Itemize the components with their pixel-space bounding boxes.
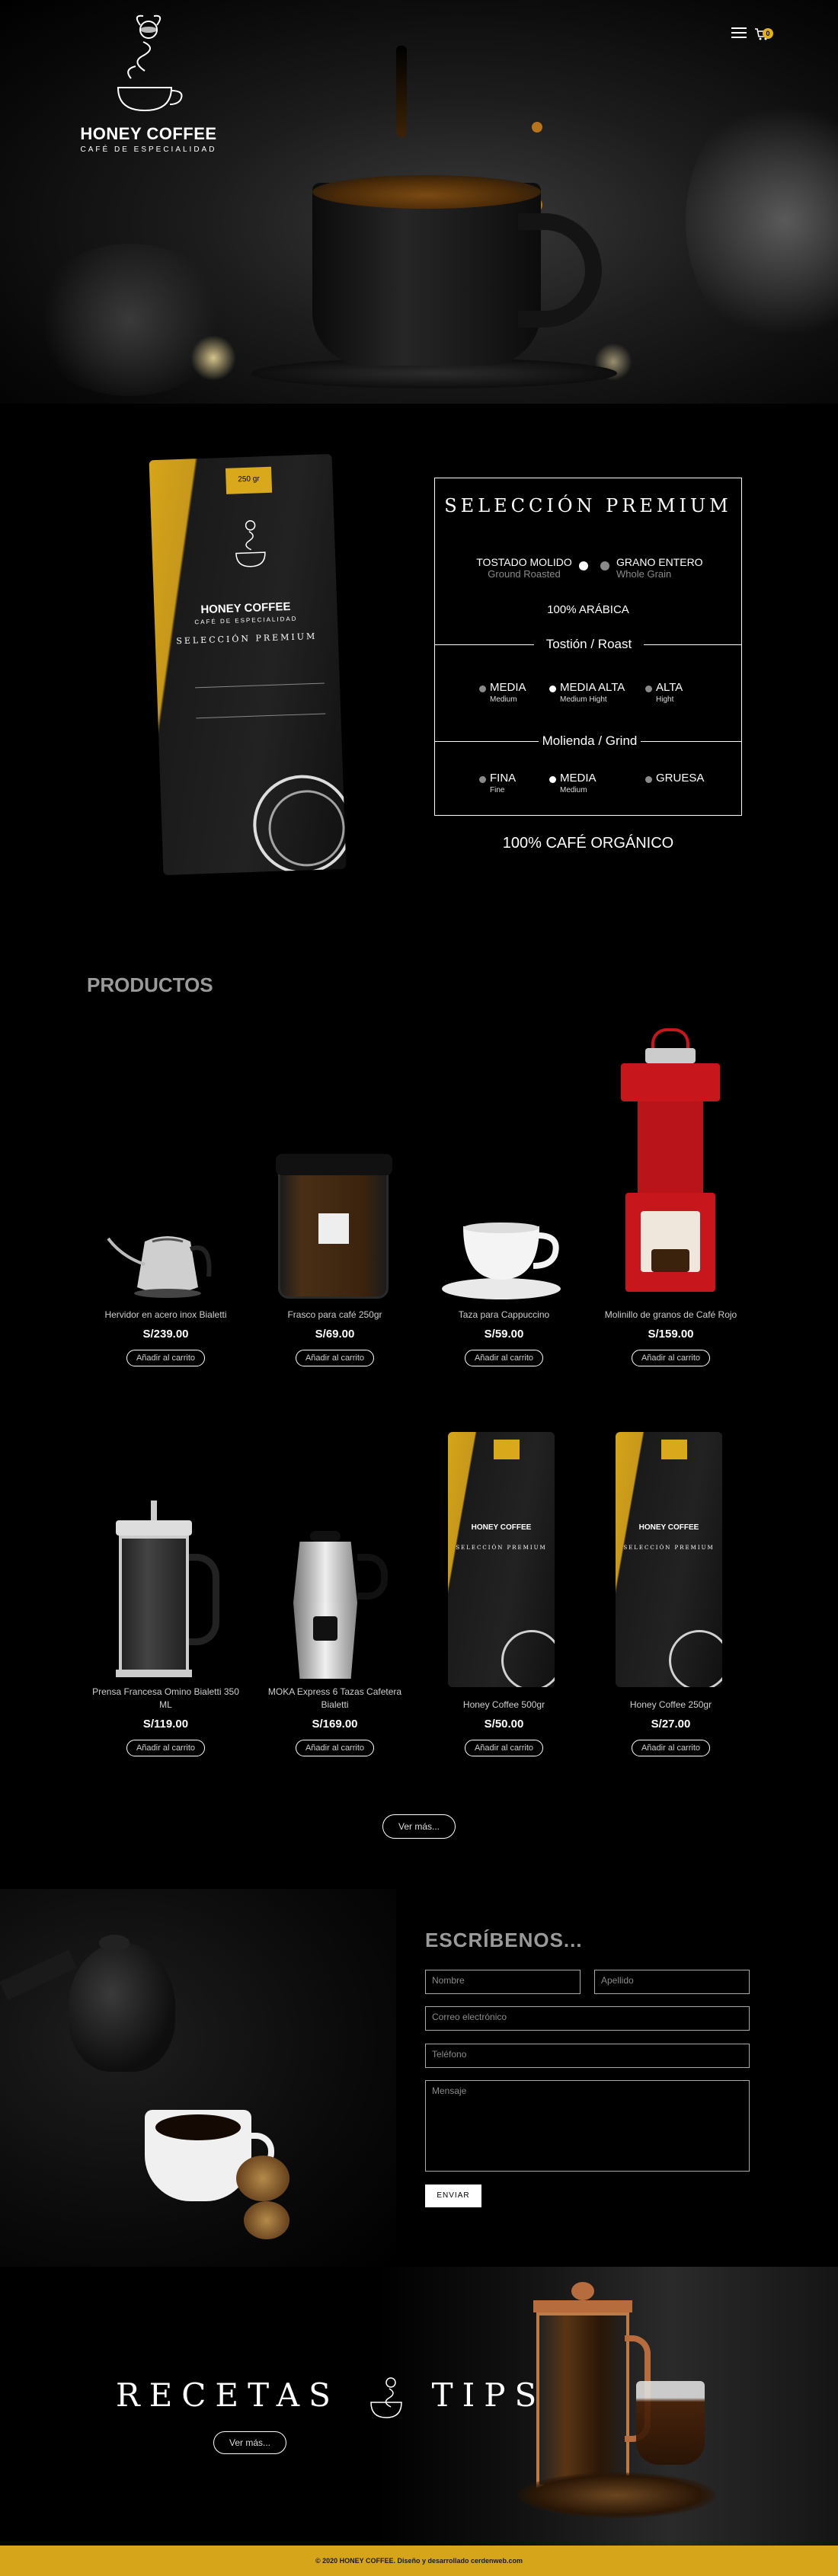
- bag-title: SELECCIÓN PREMIUM: [456, 1545, 547, 1551]
- product-name: MOKA Express 6 Tazas Cafetera Bialetti: [267, 1686, 402, 1710]
- tips-word: TIPS: [431, 2376, 546, 2414]
- kettle-product-image: [107, 1236, 212, 1298]
- hero-banner: HONEY COFFEE CAFÉ DE ESPECIALIDAD 0: [0, 0, 838, 404]
- brand-tagline: CAFÉ DE ESPECIALIDAD: [80, 145, 217, 154]
- view-more-products-button[interactable]: Ver más...: [382, 1814, 456, 1839]
- add-to-cart-button[interactable]: Añadir al carrito: [126, 1350, 206, 1366]
- arabica-label: 100% ARÁBICA: [547, 603, 629, 616]
- coffee-bag-500gr-image: HONEY COFFEE SELECCIÓN PREMIUM: [448, 1432, 555, 1687]
- products-title: PRODUCTOS: [87, 973, 213, 996]
- product-price: S/27.00: [651, 1718, 691, 1731]
- grind-title: Molienda / Grind: [542, 733, 638, 748]
- glass-cup-image: [636, 2381, 705, 2465]
- roast-media: MEDIA Medium: [490, 681, 526, 704]
- recipes-word: RECETAS: [116, 2376, 340, 2414]
- brand-logo[interactable]: HONEY COFFEE CAFÉ DE ESPECIALIDAD: [76, 11, 221, 164]
- premium-selection-panel: SELECCIÓN PREMIUM TOSTADO MOLIDO Ground …: [434, 478, 742, 816]
- bag-title: SELECCIÓN PREMIUM: [623, 1545, 715, 1551]
- coffee-stream: [396, 46, 407, 137]
- footer: © 2020 HONEY COFFEE. Diseño y desarrolla…: [0, 2546, 838, 2576]
- add-to-cart-button[interactable]: Añadir al carrito: [464, 1740, 544, 1756]
- message-field[interactable]: Mensaje: [425, 2080, 750, 2172]
- organic-label: 100% CAFÉ ORGÁNICO: [502, 835, 674, 852]
- cart-count-badge[interactable]: 0: [763, 28, 773, 39]
- product-card: Molinillo de granos de Café Rojo S/159.0…: [597, 1309, 745, 1366]
- product-price: S/169.00: [312, 1718, 358, 1731]
- product-name: Honey Coffee 250gr: [629, 1699, 712, 1710]
- bag-brand: HONEY COFFEE: [471, 1523, 532, 1532]
- radio-roast-alta[interactable]: [645, 686, 652, 692]
- product-name: Taza para Cappuccino: [458, 1309, 550, 1320]
- product-name: Hervidor en acero inox Bialetti: [104, 1309, 227, 1320]
- product-price: S/69.00: [315, 1328, 355, 1341]
- roast-title: Tostión / Roast: [545, 637, 632, 651]
- add-to-cart-button[interactable]: Añadir al carrito: [295, 1740, 375, 1756]
- brand-name: HONEY COFFEE: [80, 124, 217, 143]
- contact-title: ESCRÍBENOS...: [425, 1929, 583, 1951]
- radio-whole-grain[interactable]: [600, 561, 609, 570]
- lastname-field[interactable]: Apellido: [594, 1970, 750, 1994]
- bag-tag-text: 250 gr: [238, 475, 260, 484]
- coffee-jar-product-image: [276, 1154, 392, 1299]
- radio-grind-media[interactable]: [549, 776, 556, 783]
- product-price: S/159.00: [648, 1328, 694, 1341]
- copyright-text: © 2020 HONEY COFFEE. Diseño y desarrolla…: [315, 2557, 523, 2565]
- cappuccino-cup-product-image: [442, 1222, 561, 1299]
- product-card: Hervidor en acero inox Bialetti S/239.00…: [91, 1309, 240, 1366]
- bee-cup-logo-icon: [370, 2377, 403, 2418]
- product-card: Honey Coffee 500gr S/50.00 Añadir al car…: [430, 1699, 578, 1756]
- bee-cup-logo-icon: [235, 520, 266, 567]
- product-name: Frasco para café 250gr: [287, 1309, 382, 1320]
- french-press-product-image: [113, 1501, 219, 1691]
- product-price: S/239.00: [142, 1328, 189, 1341]
- premium-coffee-bag-image: 250 gr HONEY COFFEE CAFÉ DE ESPECIALIDAD…: [149, 453, 347, 876]
- radio-grind-gruesa[interactable]: [645, 776, 652, 783]
- bag-brand: HONEY COFFEE: [638, 1523, 699, 1532]
- product-card: Taza para Cappuccino S/59.00 Añadir al c…: [430, 1309, 578, 1366]
- grind-fina: FINA Fine: [490, 772, 517, 794]
- product-price: S/119.00: [142, 1718, 189, 1731]
- option-ground-roasted: TOSTADO MOLIDO Ground Roasted: [476, 556, 572, 580]
- roast-media-alta: MEDIA ALTA Medium Hight: [560, 681, 625, 704]
- product-card: MOKA Express 6 Tazas Cafetera Bialetti S…: [261, 1686, 409, 1756]
- coffee-mug: [312, 183, 541, 366]
- panel-title: SELECCIÓN PREMIUM: [444, 495, 732, 516]
- product-name: Honey Coffee 500gr: [462, 1699, 545, 1710]
- red-grinder-product-image: [621, 1028, 720, 1302]
- product-price: S/59.00: [484, 1328, 524, 1341]
- add-to-cart-button[interactable]: Añadir al carrito: [295, 1350, 375, 1366]
- coffee-bag-250gr-image: HONEY COFFEE SELECCIÓN PREMIUM: [616, 1432, 722, 1687]
- roast-alta: ALTA Hight: [656, 681, 683, 704]
- moka-pot-product-image: [278, 1531, 392, 1683]
- hamburger-icon[interactable]: [731, 27, 747, 40]
- product-card: Prensa Francesa Omino Bialetti 350 ML S/…: [91, 1686, 240, 1756]
- bag-title: SELECCIÓN PREMIUM: [176, 631, 318, 647]
- name-field[interactable]: Nombre: [425, 1970, 581, 1994]
- send-button[interactable]: ENVIAR: [425, 2184, 481, 2207]
- view-more-recipes-button[interactable]: Ver más...: [213, 2431, 286, 2454]
- grind-media: MEDIA Medium: [560, 772, 597, 794]
- product-price: S/50.00: [484, 1718, 524, 1731]
- recipes-title: RECETAS TIPS: [116, 2375, 545, 2421]
- product-card: Honey Coffee 250gr S/27.00 Añadir al car…: [597, 1699, 745, 1756]
- radio-roast-media[interactable]: [479, 686, 486, 692]
- bee-cup-logo-icon: [117, 14, 183, 112]
- add-to-cart-button[interactable]: Añadir al carrito: [464, 1350, 544, 1366]
- email-field[interactable]: Correo electrónico: [425, 2006, 750, 2031]
- phone-field[interactable]: Teléfono: [425, 2044, 750, 2068]
- radio-roast-media-alta[interactable]: [549, 686, 556, 692]
- option-whole-grain: GRANO ENTERO Whole Grain: [616, 556, 703, 580]
- radio-grind-fina[interactable]: [479, 776, 486, 783]
- radio-ground-selected[interactable]: [579, 561, 588, 570]
- product-name: Molinillo de granos de Café Rojo: [604, 1309, 737, 1320]
- product-card: Frasco para café 250gr S/69.00 Añadir al…: [261, 1309, 409, 1366]
- add-to-cart-button[interactable]: Añadir al carrito: [631, 1350, 711, 1366]
- teapot-coffee-image: [0, 1889, 396, 2267]
- add-to-cart-button[interactable]: Añadir al carrito: [126, 1740, 206, 1756]
- grind-gruesa: GRUESA: [656, 772, 705, 785]
- product-name: Prensa Francesa Omino Bialetti 350 ML: [92, 1686, 239, 1710]
- add-to-cart-button[interactable]: Añadir al carrito: [631, 1740, 711, 1756]
